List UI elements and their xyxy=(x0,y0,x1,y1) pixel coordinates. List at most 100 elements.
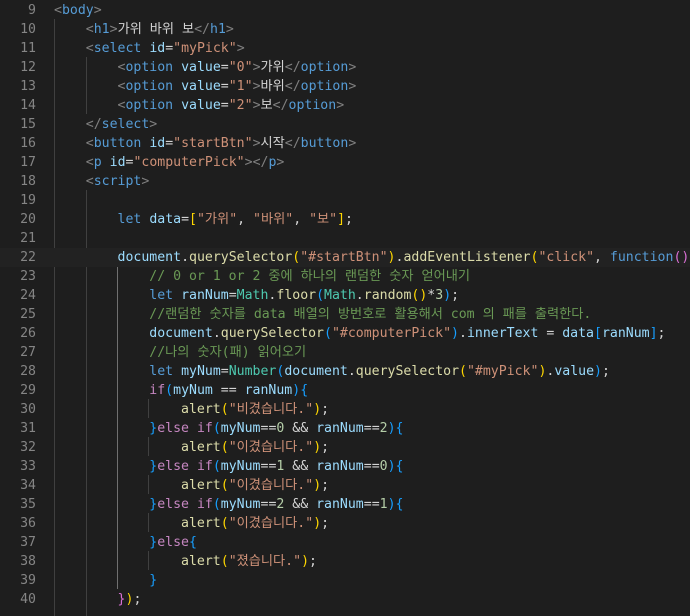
code-token: ) xyxy=(387,497,396,512)
code-line[interactable]: 19 xyxy=(0,191,690,210)
code-text: }else{ xyxy=(54,533,197,552)
code-token: { xyxy=(395,497,404,512)
code-token: if xyxy=(196,421,213,436)
code-token: alert xyxy=(181,516,221,531)
code-line[interactable]: 23 // 0 or 1 or 2 중에 하나의 랜덤한 숫자 얻어내기 xyxy=(0,267,690,286)
code-line[interactable]: 20 let data=["가위", "바위", "보"]; xyxy=(0,210,690,229)
code-line[interactable]: 12 <option value="0">가위</option> xyxy=(0,58,690,77)
code-line[interactable]: 9 <body> xyxy=(0,1,690,20)
code-token: "이겼습니다." xyxy=(228,478,314,493)
code-line[interactable]: 37 }else{ xyxy=(0,533,690,552)
code-token: ; xyxy=(451,288,460,303)
code-line[interactable]: 10 <h1>가위 바위 보</h1> xyxy=(0,20,690,39)
code-token: ; xyxy=(133,592,142,607)
code-text: alert("이겼습니다."); xyxy=(54,438,329,457)
code-editor[interactable]: 9 <body> 10 <h1>가위 바위 보</h1> 11 <select id=… xyxy=(0,0,690,616)
code-token: alert xyxy=(181,402,221,417)
code-token: 보 xyxy=(260,98,273,113)
code-line[interactable]: 34 alert("이겼습니다."); xyxy=(0,476,690,495)
code-token: </ xyxy=(85,117,102,132)
code-line[interactable]: 26 document.querySelector("#computerPick… xyxy=(0,324,690,343)
code-token: ) xyxy=(594,364,602,379)
code-token: alert xyxy=(181,554,221,569)
code-token: [ xyxy=(189,212,197,227)
code-token: function xyxy=(609,250,674,265)
code-token: ( xyxy=(323,326,332,341)
code-token: = xyxy=(220,98,229,113)
line-number: 13 xyxy=(20,79,36,94)
code-line[interactable]: 40 }); xyxy=(0,590,690,609)
code-token: querySelector xyxy=(355,364,460,379)
code-line[interactable]: 31 }else if(myNum==0 && ranNum==2){ xyxy=(0,419,690,438)
code-line[interactable]: 28 let myNum=Number (document.querySelect… xyxy=(0,362,690,381)
code-token: select xyxy=(101,117,150,132)
code-token: . xyxy=(458,326,467,341)
code-line[interactable]: 35 }else if(myNum==2 && ranNum==1){ xyxy=(0,495,690,514)
code-token: addEventListener xyxy=(403,250,531,265)
code-token: () xyxy=(673,250,690,265)
code-token: ranNum xyxy=(316,421,364,436)
code-line[interactable]: 13 <option value="1">바위</option> xyxy=(0,77,690,96)
code-token: "#startBtn" xyxy=(300,250,388,265)
code-line[interactable]: 38 alert("졌습니다."); xyxy=(0,552,690,571)
code-token: id xyxy=(149,41,166,56)
code-line[interactable]: 33 }else if(myNum==1 && ranNum==0){ xyxy=(0,457,690,476)
code-token: //나의 숫자(패) 읽어오기 xyxy=(149,345,307,360)
code-token: ( xyxy=(212,459,221,474)
code-token: "이겼습니다." xyxy=(228,440,314,455)
code-line[interactable]: 30 alert("비겼습니다."); xyxy=(0,400,690,419)
code-line[interactable]: 22 document.querySelector("#startBtn").a… xyxy=(0,248,690,267)
code-token: , xyxy=(594,250,610,265)
code-token: id xyxy=(149,136,166,151)
code-token: "바위" xyxy=(253,212,294,227)
code-line[interactable]: 24 let ranNum=Math.floor(Math.random()*3… xyxy=(0,286,690,305)
code-line[interactable]: 17 <p id="computerPick"></p> xyxy=(0,153,690,172)
code-line[interactable]: 14 <option value="2">보</option> xyxy=(0,96,690,115)
line-number: 33 xyxy=(20,459,36,474)
code-text: }else if(myNum==2 && ranNum==1){ xyxy=(54,495,404,514)
code-token: { xyxy=(189,535,197,550)
code-token: = xyxy=(220,79,229,94)
code-token: option xyxy=(125,98,174,113)
code-token: "#computerPick" xyxy=(331,326,452,341)
code-text: <p id="computerPick"></p> xyxy=(54,153,285,172)
code-line[interactable]: 32 alert("이겼습니다."); xyxy=(0,438,690,457)
line-number: 25 xyxy=(20,307,36,322)
code-token: ( xyxy=(220,554,229,569)
code-text: alert("비겼습니다."); xyxy=(54,400,329,419)
code-line[interactable]: 15 </select> xyxy=(0,115,690,134)
code-token: ) xyxy=(387,459,396,474)
code-line[interactable]: 29 if(myNum == ranNum){ xyxy=(0,381,690,400)
code-token: myNum xyxy=(173,383,213,398)
code-line[interactable]: 25 //랜덤한 숫자를 data 배열의 방번호로 활용해서 com 의 패를… xyxy=(0,305,690,324)
code-token: . xyxy=(181,250,190,265)
code-line[interactable]: 27 //나의 숫자(패) 읽어오기 xyxy=(0,343,690,362)
code-token: ( xyxy=(316,288,325,303)
code-token: && xyxy=(284,459,317,474)
code-token: 가위 xyxy=(260,60,285,75)
code-token: let xyxy=(117,212,142,227)
line-number: 36 xyxy=(20,516,36,531)
code-token: else xyxy=(157,421,189,436)
code-line[interactable]: 36 alert("이겼습니다."); xyxy=(0,514,690,533)
code-token: else xyxy=(157,497,189,512)
code-token: p xyxy=(93,155,102,170)
code-line[interactable]: 16 <button id="startBtn">시작</button> xyxy=(0,134,690,153)
code-token: () xyxy=(411,288,428,303)
code-token: ; xyxy=(657,326,666,341)
code-line[interactable]: 21 xyxy=(0,229,690,248)
code-line[interactable]: 11 <select id="myPick"> xyxy=(0,39,690,58)
code-token: = xyxy=(538,326,563,341)
code-text: alert("이겼습니다."); xyxy=(54,514,329,533)
code-line[interactable]: 18 <script> xyxy=(0,172,690,191)
code-line[interactable]: 39 } xyxy=(0,571,690,590)
code-token: h1 xyxy=(93,22,110,37)
line-number: 30 xyxy=(20,402,36,417)
code-text: <select id="myPick"> xyxy=(54,39,245,58)
code-token: ) xyxy=(451,326,459,341)
code-token: "이겼습니다." xyxy=(228,516,314,531)
code-token: myNum xyxy=(220,497,261,512)
code-token: "#myPick" xyxy=(466,364,539,379)
